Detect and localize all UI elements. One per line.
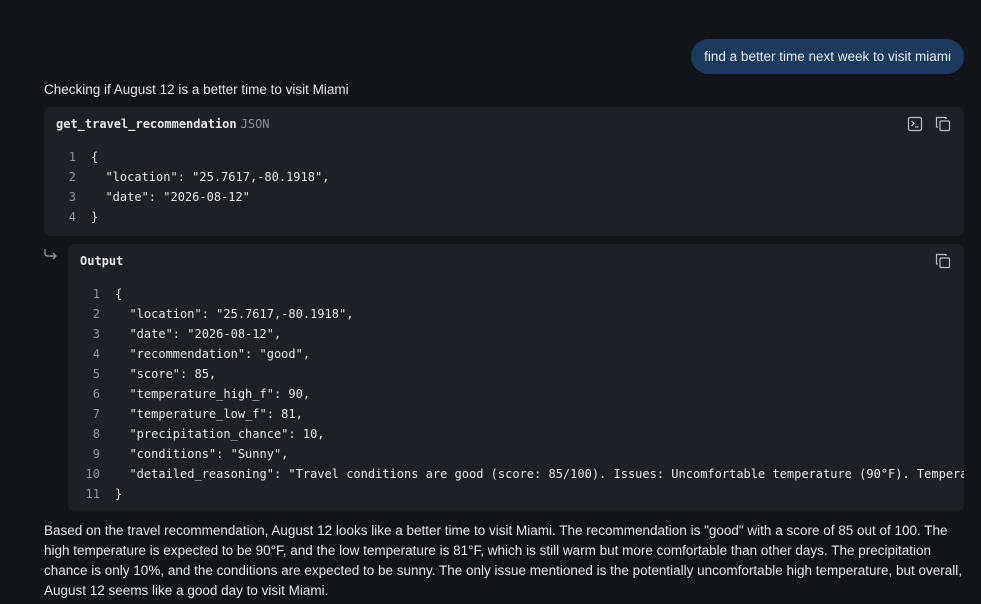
tool-call-lang: JSON [240, 117, 270, 131]
line-number: 5 [92, 367, 100, 381]
line-number: 9 [92, 447, 100, 461]
line-number: 4 [92, 347, 100, 361]
line-text: } [91, 210, 99, 224]
line-text: { [91, 150, 99, 164]
code-line: 3 "date": "2026-08-12" [44, 187, 964, 207]
output-header: Output [68, 244, 964, 278]
line-text: "temperature_low_f": 81, [115, 407, 303, 421]
line-text: "temperature_high_f": 90, [115, 387, 311, 401]
code-line: 5 "score": 85, [68, 364, 964, 384]
line-number: 11 [85, 487, 100, 501]
line-text: "conditions": "Sunny", [115, 447, 289, 461]
terminal-icon[interactable] [907, 116, 923, 132]
line-text: "recommendation": "good", [115, 347, 311, 361]
output-code: 1{ 2 "location": "25.7617,-80.1918", 3 "… [68, 284, 964, 504]
line-text: "precipitation_chance": 10, [115, 427, 325, 441]
line-number: 7 [92, 407, 100, 421]
output-title: Output [80, 254, 124, 268]
code-line: 1{ [44, 147, 964, 167]
code-line: 2 "location": "25.7617,-80.1918", [68, 304, 964, 324]
assistant-intro-text: Checking if August 12 is a better time t… [44, 82, 349, 97]
line-number: 2 [92, 307, 100, 321]
line-number: 2 [68, 170, 76, 184]
line-number: 3 [92, 327, 100, 341]
code-line: 8 "precipitation_chance": 10, [68, 424, 964, 444]
code-line: 11} [68, 484, 964, 504]
tool-call-header: get_travel_recommendation JSON [44, 107, 964, 141]
copy-icon[interactable] [935, 253, 951, 269]
line-number: 4 [68, 210, 76, 224]
line-number: 1 [92, 287, 100, 301]
line-text: { [115, 287, 123, 301]
code-line: 6 "temperature_high_f": 90, [68, 384, 964, 404]
line-number: 10 [85, 467, 100, 481]
copy-icon[interactable] [935, 116, 951, 132]
code-line: 2 "location": "25.7617,-80.1918", [44, 167, 964, 187]
line-text: "location": "25.7617,-80.1918", [91, 170, 330, 184]
tool-call-card: get_travel_recommendation JSON 1{ 2 "loca… [44, 107, 964, 236]
line-text: "date": "2026-08-12", [115, 327, 282, 341]
line-number: 3 [68, 190, 76, 204]
line-text: "score": 85, [115, 367, 217, 381]
code-line: 10 "detailed_reasoning": "Travel conditi… [68, 464, 964, 484]
tool-call-name: get_travel_recommendation [56, 117, 237, 131]
line-number: 1 [68, 150, 76, 164]
line-number: 6 [92, 387, 100, 401]
line-text: "detailed_reasoning": "Travel conditions… [115, 467, 964, 481]
user-message-bubble: find a better time next week to visit mi… [691, 39, 964, 74]
code-line: 7 "temperature_low_f": 81, [68, 404, 964, 424]
output-card: Output 1{ 2 "location": "25.7617,-80.191… [68, 244, 964, 511]
line-text: "date": "2026-08-12" [91, 190, 250, 204]
tool-call-code: 1{ 2 "location": "25.7617,-80.1918", 3 "… [44, 147, 964, 227]
user-message-text: find a better time next week to visit mi… [704, 49, 951, 64]
code-line: 3 "date": "2026-08-12", [68, 324, 964, 344]
line-number: 8 [92, 427, 100, 441]
line-text: } [115, 487, 123, 501]
tool-call-title: get_travel_recommendation JSON [56, 117, 270, 131]
line-text: "location": "25.7617,-80.1918", [115, 307, 354, 321]
code-line: 4} [44, 207, 964, 227]
code-line: 4 "recommendation": "good", [68, 344, 964, 364]
return-arrow-icon [43, 248, 59, 262]
assistant-response-text: Based on the travel recommendation, Augu… [44, 523, 963, 598]
code-line: 9 "conditions": "Sunny", [68, 444, 964, 464]
code-line: 1{ [68, 284, 964, 304]
